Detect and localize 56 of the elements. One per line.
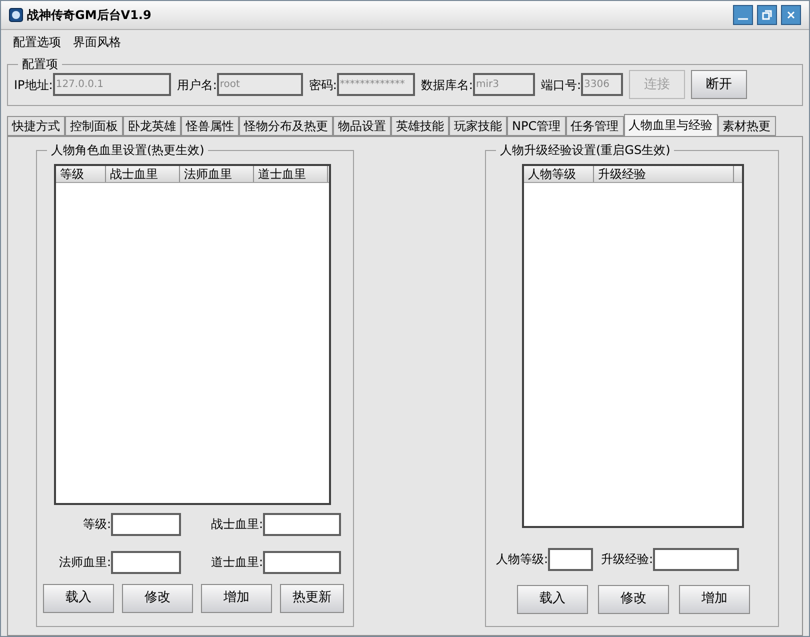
input-field[interactable] — [263, 550, 341, 574]
column-header[interactable]: 战士血里 — [106, 166, 180, 182]
tab[interactable]: 素材热更 — [718, 116, 776, 136]
column-header[interactable]: 人物等级 — [524, 166, 594, 182]
menu-item[interactable]: 配置选项 — [13, 32, 61, 51]
app-icon — [9, 8, 23, 22]
button[interactable]: 载入 — [43, 584, 114, 613]
field-label: 法师血里: — [58, 554, 111, 572]
tab[interactable]: 控制面板 — [65, 116, 123, 136]
button[interactable]: 修改 — [122, 584, 193, 613]
field-label: 数据库名: — [420, 76, 473, 94]
restore-icon — [761, 8, 773, 21]
tab[interactable]: NPC管理 — [507, 116, 566, 136]
field-label: 道士血里: — [210, 554, 263, 572]
input-field[interactable] — [653, 548, 740, 571]
column-header[interactable]: 等级 — [56, 166, 106, 182]
group-title: 配置项 — [18, 56, 62, 72]
tab[interactable]: 快捷方式 — [7, 116, 65, 136]
button[interactable]: 载入 — [517, 584, 588, 614]
input-field[interactable] — [111, 512, 181, 536]
field-label: 端口号: — [540, 76, 582, 94]
input-field[interactable] — [263, 512, 341, 536]
tab[interactable]: 任务管理 — [566, 116, 624, 136]
tab[interactable]: 英雄技能 — [391, 116, 449, 136]
input-field[interactable] — [111, 550, 181, 574]
window-title: 战神传奇GM后台V1.9 — [27, 6, 152, 24]
tab[interactable]: 怪兽属性 — [181, 116, 239, 136]
field-label: IP地址: — [14, 76, 53, 94]
minimize-icon — [738, 18, 748, 20]
minimize-button[interactable] — [733, 4, 753, 25]
restore-button[interactable] — [757, 4, 777, 25]
column-header[interactable]: 道士血里 — [254, 166, 328, 182]
tab[interactable]: 怪物分布及热更 — [239, 116, 333, 136]
menu-item[interactable]: 界面风格 — [73, 32, 121, 51]
field-label: 战士血里: — [210, 516, 263, 534]
group-title: 人物升级经验设置(重启GS生效) — [496, 142, 674, 158]
button[interactable]: 修改 — [598, 584, 669, 614]
field-label: 等级: — [82, 516, 111, 534]
field-label: 人物等级: — [496, 551, 548, 568]
group-title: 人物角色血里设置(热更生效) — [47, 142, 208, 158]
tab[interactable]: 物品设置 — [333, 116, 391, 136]
field-label: 升级经验: — [601, 551, 654, 568]
column-header[interactable]: 法师血里 — [180, 166, 254, 182]
tab[interactable]: 人物血里与经验 — [624, 114, 718, 136]
tab[interactable]: 卧龙英雄 — [123, 116, 181, 136]
close-button[interactable] — [781, 4, 801, 25]
field-label: 用户名: — [176, 76, 217, 94]
close-icon — [785, 8, 797, 21]
button[interactable]: 增加 — [201, 584, 272, 613]
field-label: 密码: — [308, 76, 337, 94]
button[interactable]: 热更新 — [280, 584, 344, 613]
button[interactable]: 增加 — [679, 584, 750, 614]
column-header[interactable]: 升级经验 — [594, 166, 734, 182]
button[interactable]: 断开 — [691, 70, 748, 100]
tab[interactable]: 玩家技能 — [449, 116, 507, 136]
input-field[interactable] — [548, 548, 594, 571]
